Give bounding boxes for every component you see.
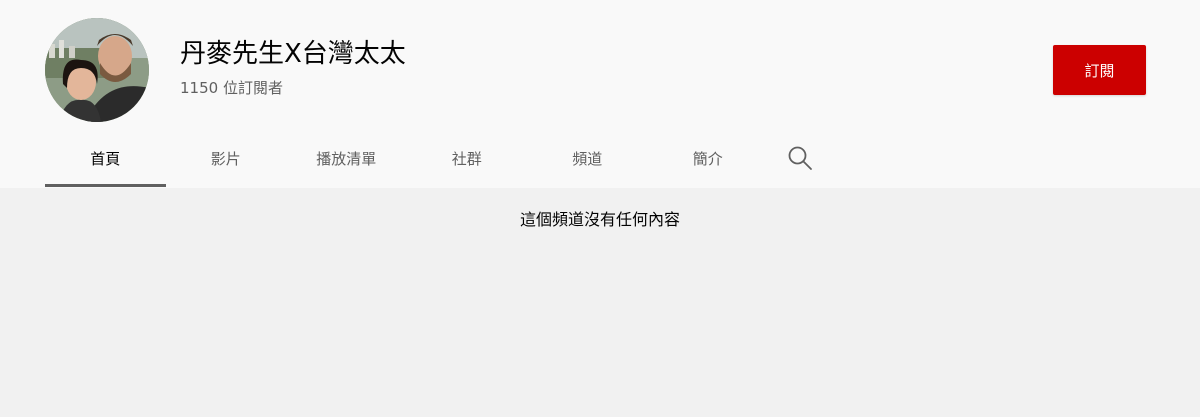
channel-tabs: 首頁 影片 播放清單 社群 頻道 簡介 (45, 130, 832, 188)
empty-content-message: 這個頻道沒有任何內容 (519, 210, 680, 229)
search-button[interactable] (768, 130, 832, 186)
channel-name: 丹麥先生X台灣太太 (180, 39, 406, 69)
tab-channels[interactable]: 頻道 (527, 130, 648, 186)
tab-videos[interactable]: 影片 (166, 130, 287, 186)
tab-playlists[interactable]: 播放清單 (286, 130, 407, 186)
subscribe-button[interactable]: 訂閱 (1053, 45, 1146, 95)
search-icon (788, 146, 812, 170)
avatar[interactable] (45, 18, 149, 122)
tab-community[interactable]: 社群 (407, 130, 528, 186)
subscriber-count: 1150 位訂閱者 (180, 79, 283, 97)
tab-home[interactable]: 首頁 (45, 130, 166, 187)
channel-header: 丹麥先生X台灣太太 1150 位訂閱者 訂閱 首頁 影片 播放清單 社群 頻道 … (0, 0, 1200, 188)
tab-about[interactable]: 簡介 (648, 130, 769, 186)
